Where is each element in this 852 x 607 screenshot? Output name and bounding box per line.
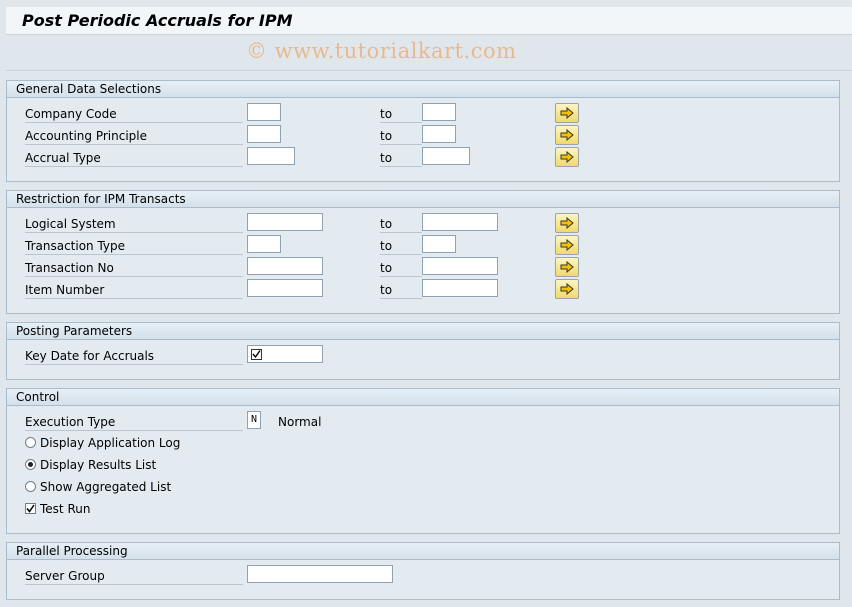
check-icon bbox=[251, 349, 262, 360]
to-label: to bbox=[380, 238, 422, 255]
company-code-from-input[interactable] bbox=[247, 103, 281, 121]
accrual-type-label: Accrual Type bbox=[25, 150, 243, 167]
server-group-label: Server Group bbox=[25, 568, 243, 585]
group-restriction-ipm-transacts: Restriction for IPM Transacts Logical Sy… bbox=[6, 190, 840, 314]
accrual-type-from-input[interactable] bbox=[247, 147, 295, 165]
display-application-log-radio[interactable] bbox=[25, 437, 36, 448]
show-aggregated-list-radio[interactable] bbox=[25, 481, 36, 492]
application-toolbar: © www.tutorialkart.com bbox=[6, 35, 852, 71]
group-parallel-processing: Parallel Processing Server Group bbox=[6, 542, 840, 600]
transaction-type-multiple-selection-button[interactable] bbox=[555, 235, 579, 255]
group-posting-parameters: Posting Parameters Key Date for Accruals bbox=[6, 322, 840, 380]
logical-system-from-input[interactable] bbox=[247, 213, 323, 231]
arrow-right-icon bbox=[560, 107, 574, 119]
show-aggregated-list-label: Show Aggregated List bbox=[40, 480, 172, 494]
execution-type-text: Normal bbox=[278, 415, 322, 429]
group-header: Restriction for IPM Transacts bbox=[7, 191, 839, 208]
item-number-from-input[interactable] bbox=[247, 279, 323, 297]
group-header: Control bbox=[7, 389, 839, 406]
transaction-type-label: Transaction Type bbox=[25, 238, 243, 255]
item-number-row: Item Number to bbox=[7, 279, 839, 301]
check-icon bbox=[26, 504, 35, 513]
display-results-list-label: Display Results List bbox=[40, 458, 157, 472]
display-application-log-label: Display Application Log bbox=[40, 436, 181, 450]
arrow-right-icon bbox=[560, 129, 574, 141]
company-code-row: Company Code to bbox=[7, 103, 839, 125]
test-run-row[interactable]: Test Run bbox=[7, 499, 839, 521]
option-row[interactable]: Show Aggregated List bbox=[7, 477, 839, 499]
group-control: Control Execution Type N Normal Display … bbox=[6, 388, 840, 534]
page-title: Post Periodic Accruals for IPM bbox=[22, 11, 293, 30]
arrow-right-icon bbox=[560, 239, 574, 251]
execution-type-input[interactable]: N bbox=[247, 411, 261, 429]
logical-system-multiple-selection-button[interactable] bbox=[555, 213, 579, 233]
transaction-no-to-input[interactable] bbox=[422, 257, 498, 275]
execution-type-row: Execution Type N Normal bbox=[7, 411, 839, 433]
group-header: General Data Selections bbox=[7, 81, 839, 98]
server-group-row: Server Group bbox=[7, 565, 839, 587]
accrual-type-row: Accrual Type to bbox=[7, 147, 839, 169]
group-general-data-selections: General Data Selections Company Code to … bbox=[6, 80, 840, 182]
key-date-input[interactable] bbox=[247, 345, 323, 363]
transaction-no-row: Transaction No to bbox=[7, 257, 839, 279]
to-label: to bbox=[380, 128, 422, 145]
to-label: to bbox=[380, 150, 422, 167]
transaction-no-multiple-selection-button[interactable] bbox=[555, 257, 579, 277]
transaction-type-to-input[interactable] bbox=[422, 235, 456, 253]
arrow-right-icon bbox=[560, 151, 574, 163]
arrow-right-icon bbox=[560, 283, 574, 295]
accounting-principle-label: Accounting Principle bbox=[25, 128, 243, 145]
accounting-principle-to-input[interactable] bbox=[422, 125, 456, 143]
item-number-to-input[interactable] bbox=[422, 279, 498, 297]
to-label: to bbox=[380, 260, 422, 277]
item-number-multiple-selection-button[interactable] bbox=[555, 279, 579, 299]
logical-system-to-input[interactable] bbox=[422, 213, 498, 231]
option-row[interactable]: Display Application Log bbox=[7, 433, 839, 455]
to-label: to bbox=[380, 216, 422, 233]
execution-type-label: Execution Type bbox=[25, 414, 243, 431]
accounting-principle-from-input[interactable] bbox=[247, 125, 281, 143]
watermark: © www.tutorialkart.com bbox=[246, 39, 517, 63]
accrual-type-to-input[interactable] bbox=[422, 147, 470, 165]
display-results-list-radio[interactable] bbox=[25, 459, 36, 470]
logical-system-label: Logical System bbox=[25, 216, 243, 233]
logical-system-row: Logical System to bbox=[7, 213, 839, 235]
accounting-principle-multiple-selection-button[interactable] bbox=[555, 125, 579, 145]
accrual-type-multiple-selection-button[interactable] bbox=[555, 147, 579, 167]
arrow-right-icon bbox=[560, 217, 574, 229]
server-group-input[interactable] bbox=[247, 565, 393, 583]
item-number-label: Item Number bbox=[25, 282, 243, 299]
arrow-right-icon bbox=[560, 261, 574, 273]
company-code-multiple-selection-button[interactable] bbox=[555, 103, 579, 123]
transaction-no-from-input[interactable] bbox=[247, 257, 323, 275]
key-date-label: Key Date for Accruals bbox=[25, 348, 243, 365]
test-run-label: Test Run bbox=[40, 502, 91, 516]
key-date-row: Key Date for Accruals bbox=[7, 345, 839, 367]
accounting-principle-row: Accounting Principle to bbox=[7, 125, 839, 147]
title-bar: Post Periodic Accruals for IPM bbox=[6, 7, 852, 35]
transaction-no-label: Transaction No bbox=[25, 260, 243, 277]
to-label: to bbox=[380, 106, 422, 123]
transaction-type-from-input[interactable] bbox=[247, 235, 281, 253]
company-code-label: Company Code bbox=[25, 106, 243, 123]
group-header: Parallel Processing bbox=[7, 543, 839, 560]
option-row[interactable]: Display Results List bbox=[7, 455, 839, 477]
group-header: Posting Parameters bbox=[7, 323, 839, 340]
transaction-type-row: Transaction Type to bbox=[7, 235, 839, 257]
test-run-checkbox[interactable] bbox=[25, 503, 36, 514]
company-code-to-input[interactable] bbox=[422, 103, 456, 121]
to-label: to bbox=[380, 282, 422, 299]
